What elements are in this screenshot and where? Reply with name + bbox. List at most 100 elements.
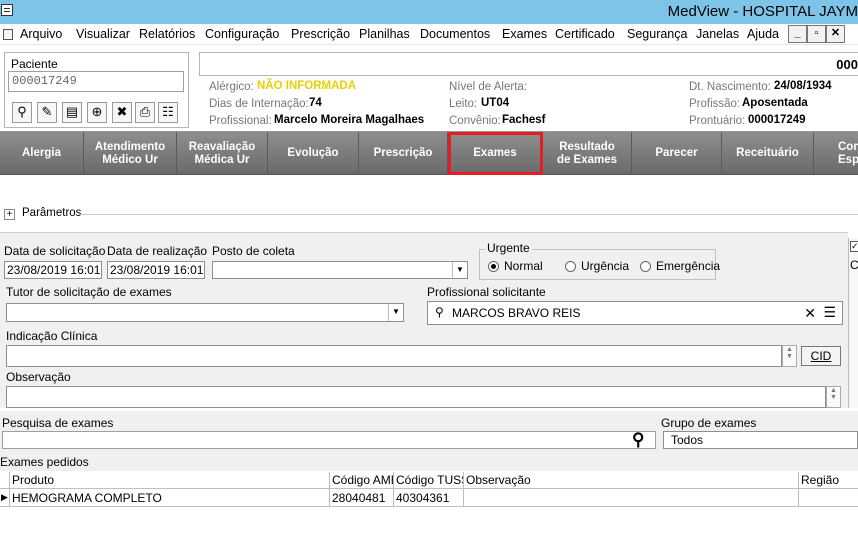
divider (78, 214, 858, 215)
column-header-produto[interactable]: Produto (10, 472, 330, 489)
pesquisa-exames-label: Pesquisa de exames (2, 416, 114, 430)
menu-configuracao[interactable]: Configuração (205, 27, 279, 41)
data-solicitacao-input[interactable]: 23/08/2019 16:01 (4, 261, 102, 279)
tab-consulta-especialidade[interactable]: ContEspe (814, 132, 858, 175)
cell-produto[interactable]: HEMOGRAMA COMPLETO (10, 489, 330, 507)
cell-observacao[interactable] (464, 489, 799, 507)
column-header-observacao[interactable]: Observação (464, 472, 799, 489)
cid-button[interactable]: CID (801, 346, 841, 366)
search-icon: ⚲ (435, 305, 444, 319)
side-checkbox[interactable]: ✓ (850, 241, 858, 252)
column-header-codigo-amb[interactable]: Código AMB (330, 472, 394, 489)
tab-prescricao[interactable]: Prescrição (359, 132, 448, 175)
tab-label-line2: Médica Ur (194, 153, 250, 166)
menu-bar: Arquivo Visualizar Relatórios Configuraç… (0, 24, 858, 45)
settings-grid-icon[interactable]: ☷ (158, 102, 178, 123)
profissional-solicitante-value: MARCOS BRAVO REIS (452, 306, 581, 320)
restore-button[interactable]: ▫ (807, 25, 826, 43)
radio-normal[interactable] (488, 261, 499, 272)
menu-planilhas[interactable]: Planilhas (359, 27, 410, 41)
menu-icon[interactable]: ☰ (823, 304, 836, 321)
tab-exames[interactable]: Exames (448, 132, 543, 175)
search-icon[interactable]: ⚲ (632, 430, 644, 450)
tab-parecer[interactable]: Parecer (632, 132, 722, 175)
posto-coleta-label: Posto de coleta (212, 244, 295, 258)
pesquisa-exames-input[interactable] (2, 431, 656, 449)
urgente-label: Urgente (485, 241, 532, 255)
tutor-select[interactable]: ▼ (6, 303, 404, 322)
column-header-codigo-tuss[interactable]: Código TUSS (394, 472, 464, 489)
profissional-solicitante-input[interactable]: ⚲ MARCOS BRAVO REIS ✕ ☰ (427, 301, 843, 325)
alergico-label: Alérgico: (209, 81, 254, 93)
menu-seguranca[interactable]: Segurança (627, 27, 687, 41)
cell-codigo-amb[interactable]: 28040481 (330, 489, 394, 507)
tab-atendimento-medico[interactable]: Atendimento Médico Ur (84, 132, 177, 175)
chevron-down-icon[interactable]: ▼ (388, 304, 403, 321)
tab-evolucao[interactable]: Evolução (268, 132, 359, 175)
app-icon[interactable] (1, 4, 13, 16)
print-icon[interactable]: ⎙ (135, 102, 155, 123)
profissao-value: Aposentada (742, 97, 808, 109)
patient-code-bar: 000 (199, 52, 858, 76)
document-icon[interactable] (3, 29, 13, 40)
patient-code: 000 (836, 57, 858, 72)
radio-emergencia-label[interactable]: Emergência (656, 259, 720, 273)
patient-info: Alérgico: NÃO INFORMADA Dias de Internaç… (199, 76, 858, 130)
expand-icon[interactable]: + (4, 209, 15, 220)
tab-reavaliacao-medica[interactable]: Reavaliação Médica Ur (177, 132, 268, 175)
observacao-scrollbar[interactable]: ▲ ▼ (826, 386, 841, 408)
search-icon[interactable]: ⚲ (12, 102, 32, 123)
delete-icon[interactable]: ✖ (112, 102, 132, 123)
menu-certificado[interactable]: Certificado (555, 27, 615, 41)
leito-value: UT04 (481, 97, 510, 109)
indicacao-scrollbar[interactable]: ▲ ▼ (782, 345, 797, 367)
folder-icon[interactable]: ▤ (62, 102, 82, 123)
menu-documentos[interactable]: Documentos (420, 27, 490, 41)
edit-icon[interactable]: ✎ (37, 102, 57, 123)
radio-normal-label[interactable]: Normal (504, 259, 543, 273)
indicacao-clinica-input[interactable] (6, 345, 782, 367)
menu-janelas[interactable]: Janelas (696, 27, 739, 41)
params-label[interactable]: Parâmetros (22, 207, 81, 219)
radio-emergencia[interactable] (640, 261, 651, 272)
menu-visualizar[interactable]: Visualizar (76, 27, 130, 41)
patient-id-input[interactable]: 000017249 (8, 71, 184, 92)
data-realizacao-input[interactable]: 23/08/2019 16:01 (107, 261, 205, 279)
leito-label: Leito: (449, 98, 478, 110)
column-header-regiao[interactable]: Região (799, 472, 858, 489)
tab-label: Exames (473, 147, 517, 159)
medical-kit-icon[interactable]: ⊕ (87, 102, 107, 123)
radio-urgencia-label[interactable]: Urgência (581, 259, 629, 273)
tab-label-line2: Médico Ur (102, 153, 158, 166)
minimize-button[interactable]: _ (788, 25, 807, 43)
menu-prescricao[interactable]: Prescrição (291, 27, 350, 41)
observacao-input[interactable] (6, 386, 826, 408)
urgente-group: Urgente Normal Urgência Emergência (479, 241, 720, 280)
patient-label: Paciente (11, 57, 58, 71)
row-selector-icon[interactable]: ▶ (0, 489, 10, 507)
grupo-exames-select[interactable]: Todos (663, 431, 858, 449)
chevron-down-icon[interactable]: ▼ (452, 262, 467, 278)
tab-receituario[interactable]: Receituário (722, 132, 814, 175)
radio-urgencia[interactable] (565, 261, 576, 272)
profissional-value: Marcelo Moreira Magalhaes (274, 114, 425, 126)
menu-exames[interactable]: Exames (502, 27, 547, 41)
menu-relatorios[interactable]: Relatórios (139, 27, 195, 41)
cell-codigo-tuss[interactable]: 40304361 (394, 489, 464, 507)
alergico-value: NÃO INFORMADA (257, 80, 357, 92)
tab-resultado-exames[interactable]: Resultado de Exames (543, 132, 632, 175)
tab-label-line2: de Exames (556, 153, 618, 166)
clear-icon[interactable]: ✕ (804, 305, 816, 322)
tab-label: Reavaliação (188, 140, 256, 153)
menu-arquivo[interactable]: Arquivo (20, 27, 62, 41)
tab-label: Resultado (559, 140, 615, 153)
tab-label: Prescrição (373, 147, 433, 159)
menu-ajuda[interactable]: Ajuda (747, 27, 779, 41)
tab-alergia[interactable]: Alergia (0, 132, 84, 175)
posto-coleta-select[interactable]: ▼ (212, 261, 468, 279)
cell-regiao[interactable] (799, 489, 858, 507)
nascimento-value: 24/08/1934 (774, 80, 832, 92)
close-button[interactable]: ✕ (826, 25, 845, 43)
grupo-exames-label: Grupo de exames (661, 416, 757, 430)
data-realizacao-label: Data de realização (107, 244, 208, 258)
